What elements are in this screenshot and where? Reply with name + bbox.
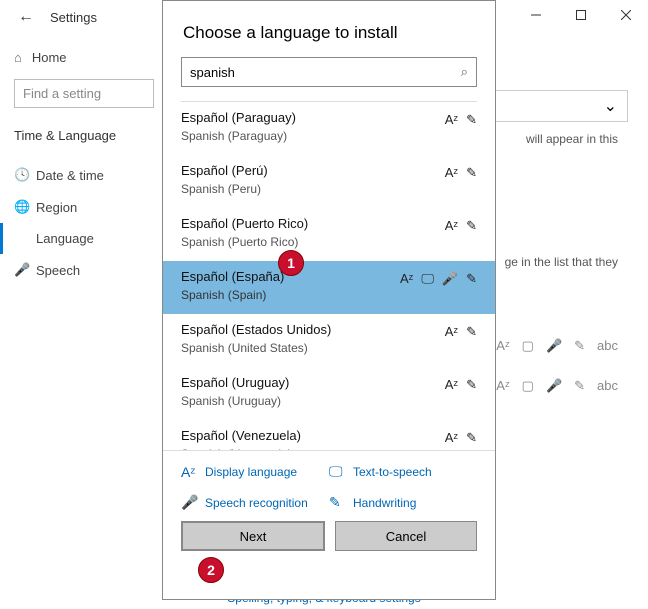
settings-title: Settings: [50, 10, 97, 25]
hand-icon: ✎: [466, 271, 477, 287]
language-feature-icons: Aᶻ ✎: [445, 165, 477, 181]
language-native-name: Español (Uruguay): [181, 375, 477, 390]
display-language-icon: Aᶻ: [181, 464, 197, 480]
chevron-down-icon: ⌄: [604, 96, 617, 116]
language-feature-icons: Aᶻ ✎: [445, 218, 477, 234]
legend-handwriting: ✎Handwriting: [329, 494, 477, 511]
cancel-button[interactable]: Cancel: [335, 521, 477, 551]
language-english-name: Spanish (Peru): [181, 182, 477, 196]
disp-icon: Aᶻ: [445, 165, 458, 181]
legend-tts: 🖵Text-to-speech: [329, 463, 477, 480]
home-icon: ⌂: [14, 50, 22, 65]
maximize-button[interactable]: [558, 0, 603, 30]
language-english-name: Spanish (Venezuela): [181, 447, 477, 450]
bg-icon-row-1: Aᶻ▢🎤✎abc: [496, 338, 618, 354]
language-native-name: Español (Venezuela): [181, 428, 477, 443]
annotation-marker-2: 2: [198, 557, 224, 583]
sidebar-item-region[interactable]: 🌐Region: [0, 191, 150, 223]
disp-icon: Aᶻ: [445, 377, 458, 393]
sidebar-item-language[interactable]: Language: [0, 223, 150, 254]
hand-icon: ✎: [466, 218, 477, 234]
language-install-modal: Choose a language to install ⌕ Español (…: [162, 0, 496, 600]
tts-icon: 🖵: [421, 271, 434, 287]
language-english-name: Spanish (Paraguay): [181, 129, 477, 143]
close-button[interactable]: [603, 0, 648, 30]
language-search-input[interactable]: [190, 65, 461, 80]
disp-icon: Aᶻ: [445, 324, 458, 340]
speech-icon: 🎤: [442, 271, 458, 287]
language-item[interactable]: Español (Perú) Spanish (Peru)Aᶻ ✎: [163, 155, 495, 208]
language-list[interactable]: Español (Paraguay)Spanish (Paraguay)Aᶻ✎E…: [163, 102, 495, 450]
sidebar-item-speech[interactable]: 🎤Speech: [0, 254, 150, 286]
language-feature-icons: Aᶻ 🖵 🎤 ✎: [400, 271, 477, 287]
sidebar-home[interactable]: ⌂ Home: [14, 50, 150, 65]
disp-icon: Aᶻ: [445, 430, 458, 446]
language-english-name: Spanish (Uruguay): [181, 394, 477, 408]
window-controls: [513, 0, 648, 30]
back-arrow-icon[interactable]: ←: [18, 8, 34, 26]
sidebar-section-title: Time & Language: [14, 128, 150, 143]
legend: AᶻDisplay language 🖵Text-to-speech 🎤Spee…: [163, 450, 495, 521]
language-item[interactable]: Español (España)Spanish (Spain)Aᶻ🖵🎤✎: [163, 261, 495, 314]
globe-icon: 🌐: [14, 199, 36, 215]
language-native-name: Español (Perú): [181, 163, 477, 178]
bg-text-fragment-1: will appear in this: [526, 132, 618, 146]
modal-title: Choose a language to install: [163, 1, 495, 57]
next-button[interactable]: Next: [181, 521, 325, 551]
legend-display: AᶻDisplay language: [181, 463, 329, 480]
bg-icon-row-2: Aᶻ▢🎤✎abc: [496, 378, 618, 394]
handwriting-icon: ✎: [329, 494, 345, 511]
language-item[interactable]: Español (Uruguay) Spanish (Uruguay)Aᶻ ✎: [163, 367, 495, 420]
hand-icon: ✎: [466, 430, 477, 446]
language-feature-icons: Aᶻ ✎: [445, 112, 477, 128]
language-english-name: Spanish (Spain): [181, 288, 477, 302]
settings-sidebar: ⌂ Home Find a setting Time & Language 🕓D…: [0, 40, 160, 286]
language-native-name: Español (Puerto Rico): [181, 216, 477, 231]
language-native-name: Español (Paraguay): [181, 110, 477, 125]
clock-icon: 🕓: [14, 167, 36, 183]
legend-speech: 🎤Speech recognition: [181, 494, 329, 511]
language-item[interactable]: Español (Venezuela) Spanish (Venezuela)Aᶻ…: [163, 420, 495, 450]
mic-icon: 🎤: [14, 262, 36, 278]
home-label: Home: [32, 50, 67, 65]
annotation-marker-1: 1: [278, 250, 304, 276]
sidebar-item-datetime[interactable]: 🕓Date & time: [0, 159, 150, 191]
disp-icon: Aᶻ: [445, 112, 458, 128]
language-item[interactable]: Español (Estados Unidos) Spanish (United …: [163, 314, 495, 367]
hand-icon: ✎: [466, 377, 477, 393]
find-setting-input[interactable]: Find a setting: [14, 79, 154, 108]
disp-icon: Aᶻ: [400, 271, 413, 287]
language-native-name: Español (Estados Unidos): [181, 322, 477, 337]
language-search-box[interactable]: ⌕: [181, 57, 477, 87]
bg-text-fragment-2: ge in the list that they: [505, 255, 618, 269]
language-feature-icons: Aᶻ ✎: [445, 324, 477, 340]
language-item[interactable]: Español (Paraguay) Spanish (Paraguay)Aᶻ ✎: [163, 102, 495, 155]
speech-icon: 🎤: [181, 494, 197, 511]
tts-icon: 🖵: [329, 463, 345, 480]
language-feature-icons: Aᶻ ✎: [445, 377, 477, 393]
hand-icon: ✎: [466, 324, 477, 340]
minimize-button[interactable]: [513, 0, 558, 30]
language-english-name: Spanish (United States): [181, 341, 477, 355]
disp-icon: Aᶻ: [445, 218, 458, 234]
language-feature-icons: Aᶻ ✎: [445, 430, 477, 446]
language-item[interactable]: Español (Puerto Rico) Spanish (Puerto Ric…: [163, 208, 495, 261]
hand-icon: ✎: [466, 165, 477, 181]
search-icon: ⌕: [461, 64, 468, 80]
language-english-name: Spanish (Puerto Rico): [181, 235, 477, 249]
hand-icon: ✎: [466, 112, 477, 128]
